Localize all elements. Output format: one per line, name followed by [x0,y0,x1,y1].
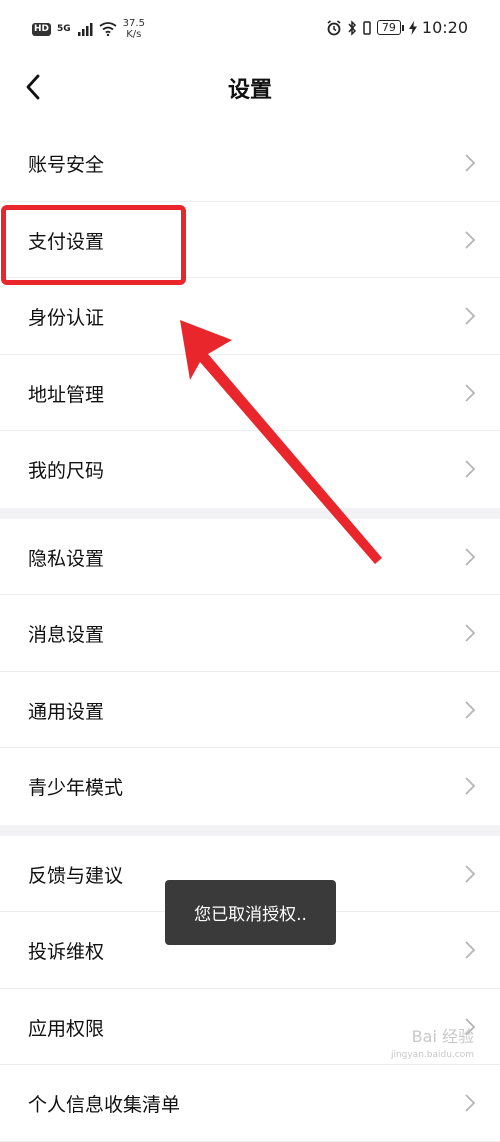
watermark-brand: Bai 经验 [411,1027,474,1046]
settings-item-label: 我的尺码 [28,460,105,482]
chevron-right-icon [465,307,476,325]
network-type: 5G [57,24,71,34]
network-speed: 37.5 K/s [123,18,145,40]
settings-item-label: 通用设置 [28,700,105,723]
battery-indicator: 79 [376,20,404,35]
nav-bar: 设置 [0,56,500,118]
group-divider [0,824,500,836]
settings-item-account-security[interactable]: 账号安全 [0,125,500,202]
settings-item-personal-info-list[interactable]: 个人信息收集清单 [0,1065,500,1142]
page-title: 设置 [227,78,272,103]
settings-item-label: 消息设置 [28,624,105,646]
status-time: 10:20 [421,18,468,37]
battery-level: 79 [376,20,401,35]
chevron-right-icon [465,154,476,172]
settings-item-teen-mode[interactable]: 青少年模式 [0,748,500,825]
chevron-right-icon [465,1094,476,1112]
annotation-highlight-box [1,205,186,285]
chevron-right-icon [465,777,476,795]
vibrate-icon [363,20,371,35]
chevron-right-icon [465,864,476,883]
settings-item-message-settings[interactable]: 消息设置 [0,595,500,672]
alarm-icon [327,19,341,35]
watermark: Bai 经验 jingyan.baidu.com [390,1027,474,1062]
speed-value: 37.5 [122,18,145,29]
watermark-url: jingyan.baidu.com [390,1050,474,1060]
speed-unit: K/s [126,29,142,40]
status-bar: HD 5G 37.5 K/s 79 10:20 [0,0,500,56]
settings-item-label: 青少年模式 [28,777,124,799]
chevron-right-icon [465,941,476,959]
chevron-right-icon [465,383,476,402]
chevron-right-icon [465,624,476,642]
bluetooth-icon [348,19,356,36]
settings-item-label: 账号安全 [28,154,105,176]
settings-item-general-settings[interactable]: 通用设置 [0,672,500,748]
settings-item-label: 个人信息收集清单 [28,1094,181,1116]
signal-icon [77,22,93,36]
settings-item-label: 投诉维权 [28,941,105,963]
hd-badge: HD [32,22,52,36]
settings-item-label: 身份认证 [28,307,105,329]
annotation-arrow-icon [180,320,382,564]
wifi-icon [99,22,117,36]
settings-item-label: 隐私设置 [28,547,105,570]
chevron-right-icon [465,700,476,719]
status-left: HD 5G 37.5 K/s [32,18,145,40]
status-right: 79 10:20 [326,18,468,37]
charging-icon [408,20,417,35]
battery-tip [401,24,404,31]
chevron-right-icon [465,460,476,478]
chevron-right-icon [465,230,476,249]
settings-item-label: 反馈与建议 [28,864,124,887]
settings-item-label: 地址管理 [28,383,105,406]
chevron-right-icon [465,547,476,566]
toast-message: 您已取消授权.. [165,880,336,945]
settings-item-label: 应用权限 [28,1017,105,1040]
